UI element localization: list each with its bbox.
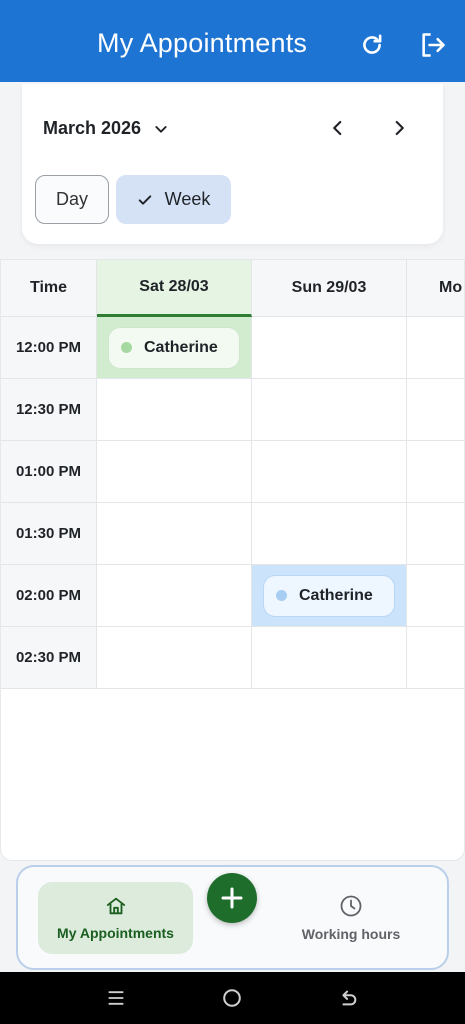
slot-cell[interactable]	[252, 441, 407, 503]
circle-icon	[223, 989, 241, 1007]
calendar-header-card: March 2026 Day Week	[22, 84, 443, 244]
nav-my-appointments[interactable]: My Appointments	[38, 882, 193, 954]
page-title: My Appointments	[97, 28, 308, 58]
next-week-button[interactable]	[385, 114, 413, 142]
slot-cell[interactable]	[407, 379, 464, 441]
time-column-header: Time	[1, 260, 97, 317]
home-button[interactable]	[220, 986, 244, 1010]
add-appointment-button[interactable]	[207, 873, 257, 923]
plus-icon	[221, 887, 243, 909]
time-label: 02:00 PM	[1, 565, 97, 627]
app-bar: My Appointments	[0, 0, 465, 82]
week-calendar-grid: Time Sat 28/03 Sun 29/03 Mo 12:00 PM Cat…	[0, 259, 465, 861]
nav-working-hours[interactable]: Working hours	[276, 882, 426, 954]
logout-button[interactable]	[418, 30, 448, 60]
week-view-button[interactable]: Week	[116, 175, 231, 224]
slot-cell[interactable]	[407, 317, 464, 379]
day-view-label: Day	[55, 189, 88, 209]
slot-cell[interactable]	[97, 503, 252, 565]
time-label: 02:30 PM	[1, 627, 97, 689]
slot-cell[interactable]	[407, 503, 464, 565]
slot-cell[interactable]	[97, 627, 252, 689]
slot-cell[interactable]	[252, 317, 407, 379]
refresh-button[interactable]	[357, 30, 387, 60]
chevron-left-icon	[333, 120, 342, 136]
menu-icon	[108, 991, 124, 1005]
slot-cell[interactable]	[407, 441, 464, 503]
slot-cell[interactable]	[97, 441, 252, 503]
time-row: 01:00 PM	[1, 441, 464, 503]
previous-week-button[interactable]	[324, 114, 352, 142]
time-row: 02:30 PM	[1, 627, 464, 689]
status-dot	[121, 342, 132, 353]
nav-label: Working hours	[301, 926, 401, 942]
slot-cell[interactable]	[97, 379, 252, 441]
time-row: 12:00 PM Catherine	[1, 317, 464, 379]
day-view-button[interactable]: Day	[35, 175, 109, 224]
week-view-label: Week	[164, 189, 211, 209]
slot-cell[interactable]	[252, 627, 407, 689]
chevron-down-icon	[155, 125, 167, 133]
clock-icon	[340, 895, 362, 917]
view-toggle: Day Week	[35, 175, 231, 224]
time-row: 01:30 PM	[1, 503, 464, 565]
time-row: 02:00 PM Catherine	[1, 565, 464, 627]
appointment-name: Catherine	[144, 338, 218, 356]
day-header-mon[interactable]: Mo	[407, 260, 464, 317]
day-header-sun[interactable]: Sun 29/03	[252, 260, 407, 317]
month-label: March 2026	[43, 118, 142, 138]
appointment-name: Catherine	[299, 586, 373, 604]
time-label: 12:00 PM	[1, 317, 97, 379]
back-icon	[342, 990, 357, 1006]
logout-icon	[422, 33, 445, 57]
slot-cell[interactable]	[407, 627, 464, 689]
chevron-right-icon	[395, 120, 404, 136]
home-icon	[106, 897, 125, 915]
back-button[interactable]	[336, 986, 360, 1010]
time-label: 01:30 PM	[1, 503, 97, 565]
slot-cell[interactable]: Catherine	[252, 565, 407, 627]
day-header-sat[interactable]: Sat 28/03	[97, 260, 252, 317]
time-label: 12:30 PM	[1, 379, 97, 441]
time-row: 12:30 PM	[1, 379, 464, 441]
slot-cell[interactable]: Catherine	[97, 317, 252, 379]
appointment-chip[interactable]: Catherine	[108, 326, 240, 369]
status-dot	[276, 590, 287, 601]
slot-cell[interactable]	[97, 565, 252, 627]
slot-cell[interactable]	[252, 379, 407, 441]
appointment-chip[interactable]: Catherine	[263, 574, 395, 617]
month-selector[interactable]: March 2026	[43, 118, 169, 139]
recent-apps-button[interactable]	[104, 986, 128, 1010]
refresh-icon	[363, 34, 382, 54]
time-label: 01:00 PM	[1, 441, 97, 503]
calendar-header-row: Time Sat 28/03 Sun 29/03 Mo	[1, 260, 464, 317]
check-icon	[138, 194, 151, 205]
slot-cell[interactable]	[407, 565, 464, 627]
slot-cell[interactable]	[252, 503, 407, 565]
nav-label: My Appointments	[57, 925, 174, 941]
system-navigation-bar	[0, 972, 465, 1024]
